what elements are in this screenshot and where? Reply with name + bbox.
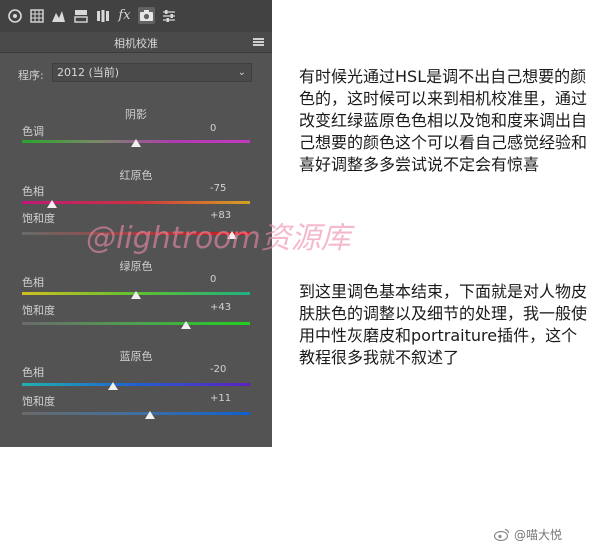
section-title-blue-primary: 蓝原色: [119, 350, 153, 363]
panel-header: 相机校准: [0, 32, 272, 53]
blue-saturation-track[interactable]: [22, 412, 250, 415]
section-title-red-primary: 红原色: [119, 169, 153, 182]
green-saturation-track[interactable]: [22, 322, 250, 325]
process-select[interactable]: 2012 (当前) ⌄: [52, 63, 252, 82]
shadows-tint-label: 色调: [22, 125, 44, 138]
panel-title: 相机校准: [114, 37, 158, 50]
instruction-paragraph-1: 有时候光通过HSL是调不出自己想要的颜色的，这时候可以来到相机校准里，通过改变红…: [299, 67, 588, 174]
grid-icon[interactable]: [28, 7, 45, 24]
blue-saturation-value[interactable]: +11: [210, 393, 250, 404]
red-saturation-label: 饱和度: [22, 212, 55, 225]
shadows-tint-value[interactable]: 0: [210, 123, 250, 134]
green-saturation-label: 饱和度: [22, 304, 55, 317]
split-panels-icon[interactable]: [72, 7, 89, 24]
panel-toolbar: fx: [0, 0, 272, 32]
camera-icon[interactable]: [138, 7, 155, 24]
sliders-icon[interactable]: [160, 7, 177, 24]
blue-hue-value[interactable]: -20: [210, 364, 250, 375]
process-label: 程序:: [18, 69, 44, 82]
red-hue-label: 色相: [22, 185, 44, 198]
lens-icon[interactable]: [94, 7, 111, 24]
process-select-value: 2012 (当前): [57, 66, 120, 79]
tone-curve-icon[interactable]: [50, 7, 67, 24]
instruction-paragraph-2: 到这里调色基本结束，下面就是对人物皮肤肤色的调整以及细节的处理，我一般使用中性灰…: [299, 282, 588, 367]
red-hue-thumb[interactable]: [46, 200, 57, 208]
blue-hue-label: 色相: [22, 366, 44, 379]
section-title-shadows: 阴影: [125, 108, 147, 121]
blue-hue-thumb[interactable]: [108, 382, 119, 390]
weibo-credit: @喵大悦: [493, 526, 563, 543]
green-hue-value[interactable]: 0: [210, 274, 250, 285]
weibo-handle: @喵大悦: [514, 528, 563, 542]
blue-hue-track[interactable]: [22, 383, 250, 386]
blue-saturation-thumb[interactable]: [144, 411, 155, 419]
blue-saturation-label: 饱和度: [22, 395, 55, 408]
fx-icon[interactable]: fx: [116, 7, 133, 24]
chevron-down-icon: ⌄: [237, 67, 246, 78]
green-hue-label: 色相: [22, 276, 44, 289]
green-saturation-value[interactable]: +43: [210, 302, 250, 313]
green-saturation-thumb[interactable]: [181, 321, 192, 329]
watermark-text: @lightroom资源库: [86, 221, 351, 256]
aperture-icon[interactable]: [6, 7, 23, 24]
weibo-logo-icon: [493, 528, 510, 542]
section-title-green-primary: 绿原色: [119, 260, 153, 273]
red-hue-value[interactable]: -75: [210, 183, 250, 194]
panel-menu-icon[interactable]: [253, 38, 264, 46]
green-hue-thumb[interactable]: [131, 291, 141, 299]
shadows-tint-thumb[interactable]: [131, 139, 141, 147]
